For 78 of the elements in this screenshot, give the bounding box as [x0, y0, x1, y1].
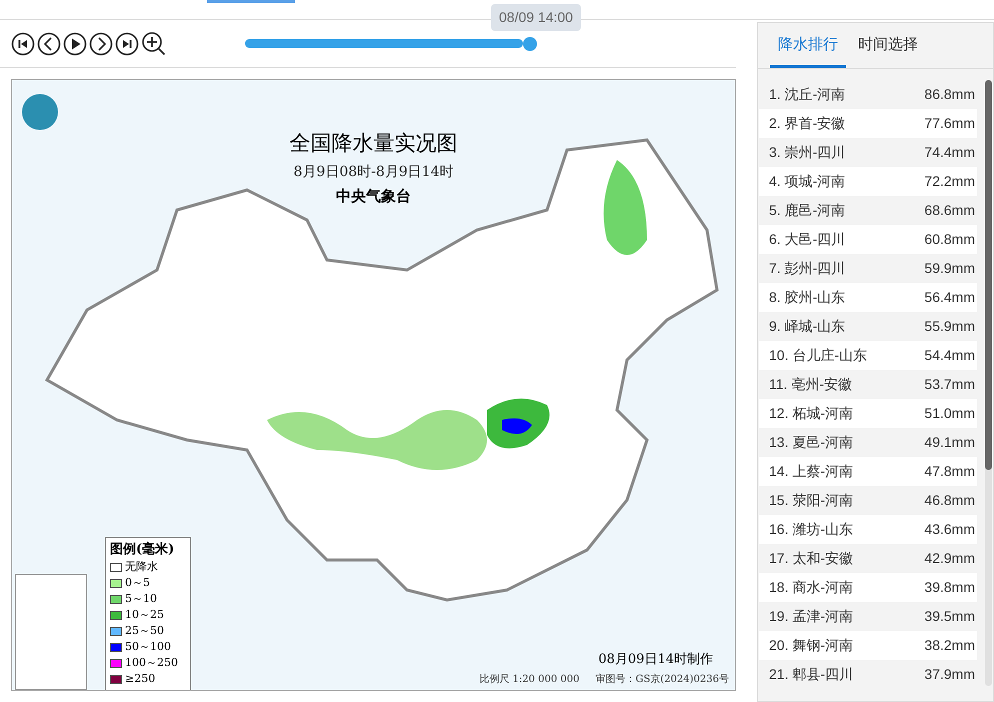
- rainfall-value: 55.9mm: [924, 317, 975, 336]
- station-name: 1. 沈丘-河南: [769, 85, 846, 104]
- ranking-row[interactable]: 8. 胶州-山东 56.4mm: [759, 283, 977, 312]
- station-name: 16. 潍坊-山东: [769, 520, 854, 539]
- rainfall-value: 77.6mm: [924, 114, 975, 133]
- ranking-row[interactable]: 20. 舞钢-河南 38.2mm: [759, 631, 977, 660]
- legend-label: 50～100: [125, 639, 171, 656]
- rainfall-value: 39.8mm: [924, 578, 975, 597]
- station-name: 20. 舞钢-河南: [769, 636, 854, 655]
- legend-label: 10～25: [125, 607, 164, 624]
- station-name: 11. 亳州-安徽: [769, 375, 852, 394]
- legend-label: 无降水: [125, 559, 158, 576]
- ranking-row[interactable]: 18. 商水-河南 39.8mm: [759, 573, 977, 602]
- rainfall-value: 60.8mm: [924, 230, 975, 249]
- station-name: 21. 郫县-四川: [769, 665, 854, 684]
- rainfall-value: 39.5mm: [924, 607, 975, 626]
- station-name: 3. 崇州-四川: [769, 143, 846, 162]
- station-name: 13. 夏邑-河南: [769, 433, 854, 452]
- time-tooltip: 08/09 14:00: [491, 4, 581, 30]
- map-title: 全国降水量实况图: [290, 130, 458, 157]
- ranking-row[interactable]: 6. 大邑-四川 60.8mm: [759, 225, 977, 254]
- map-period: 8月9日08时-8月9日14时: [294, 162, 454, 182]
- rainfall-value: 68.6mm: [924, 201, 975, 220]
- ranking-row[interactable]: 10. 台儿庄-山东 54.4mm: [759, 341, 977, 370]
- map-scale: 比例尺 1:20 000 000: [479, 672, 580, 687]
- ranking-row[interactable]: 14. 上蔡-河南 47.8mm: [759, 457, 977, 486]
- station-name: 4. 项城-河南: [769, 172, 846, 191]
- rainfall-value: 42.9mm: [924, 549, 975, 568]
- ranking-row[interactable]: 2. 界首-安徽 77.6mm: [759, 109, 977, 138]
- rainfall-value: 38.2mm: [924, 636, 975, 655]
- ranking-row[interactable]: 12. 柘城-河南 51.0mm: [759, 399, 977, 428]
- legend-label: 0～5: [125, 575, 150, 592]
- rainfall-value: 54.4mm: [924, 346, 975, 365]
- ranking-row[interactable]: 16. 潍坊-山东 43.6mm: [759, 515, 977, 544]
- station-name: 15. 荥阳-河南: [769, 491, 854, 510]
- play-icon[interactable]: [63, 32, 87, 56]
- rainfall-value: 53.7mm: [924, 375, 975, 394]
- zoom-in-icon[interactable]: [141, 30, 167, 56]
- station-name: 8. 胶州-山东: [769, 288, 846, 307]
- station-name: 18. 商水-河南: [769, 578, 854, 597]
- chevron-left-icon[interactable]: [37, 32, 61, 56]
- rainfall-value: 47.8mm: [924, 462, 975, 481]
- station-name: 2. 界首-安徽: [769, 114, 846, 133]
- station-name: 17. 太和-安徽: [769, 549, 854, 568]
- map-agency: 中央气象台: [336, 186, 411, 206]
- rainfall-value: 37.9mm: [924, 665, 975, 684]
- skip-forward-icon[interactable]: [115, 32, 139, 56]
- legend-label: ≥250: [125, 671, 156, 688]
- map-made-time: 08月09日14时制作: [598, 651, 713, 669]
- legend-label: 25～50: [125, 623, 164, 640]
- station-name: 9. 峄城-山东: [769, 317, 846, 336]
- map-approval-number: 审图号：GS京(2024)0236号: [595, 672, 729, 687]
- station-name: 6. 大邑-四川: [769, 230, 846, 249]
- time-slider-thumb[interactable]: [523, 36, 537, 50]
- station-name: 19. 孟津-河南: [769, 607, 854, 626]
- station-name: 14. 上蔡-河南: [769, 462, 854, 481]
- rainfall-value: 59.9mm: [924, 259, 975, 278]
- rainfall-value: 51.0mm: [924, 404, 975, 423]
- station-name: 7. 彭州-四川: [769, 259, 846, 278]
- map-logo-icon: [22, 94, 58, 130]
- station-name: 10. 台儿庄-山东: [769, 346, 868, 365]
- station-name: 12. 柘城-河南: [769, 404, 854, 423]
- legend-title: 图例(毫米): [110, 540, 176, 559]
- rainfall-value: 72.2mm: [924, 172, 975, 191]
- rainfall-value: 56.4mm: [924, 288, 975, 307]
- rainfall-value: 43.6mm: [924, 520, 975, 539]
- skip-back-icon[interactable]: [11, 32, 35, 56]
- rainfall-value: 49.1mm: [924, 433, 975, 452]
- legend-label: 100～250: [125, 655, 178, 672]
- rainfall-value: 86.8mm: [924, 85, 975, 104]
- rainfall-value: 74.4mm: [924, 143, 975, 162]
- station-name: 5. 鹿邑-河南: [769, 201, 846, 220]
- chevron-right-icon[interactable]: [89, 32, 113, 56]
- panel-tab[interactable]: 时间选择: [850, 23, 926, 68]
- panel-tab[interactable]: 降水排行: [770, 23, 846, 68]
- legend-label: 5～10: [125, 591, 157, 608]
- rainfall-value: 46.8mm: [924, 491, 975, 510]
- ranking-row[interactable]: 4. 项城-河南 72.2mm: [759, 167, 977, 196]
